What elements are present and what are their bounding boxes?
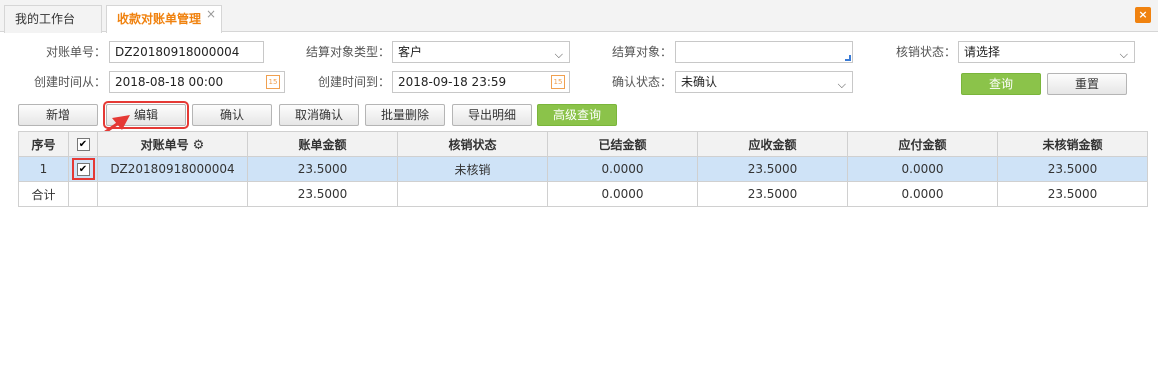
gear-icon[interactable]: ⚙ [193, 138, 205, 153]
column-header-unverified: 未核销金额 [997, 131, 1148, 157]
cell-total-settled: 0.0000 [547, 181, 698, 207]
created-from-value: 2018-08-18 00:00 [115, 75, 224, 89]
cell-settled: 0.0000 [547, 156, 698, 182]
tab-receipt-bill-management[interactable]: 收款对账单管理 × [106, 5, 222, 33]
created-to-value: 2018-09-18 23:59 [398, 75, 507, 89]
tab-label: 我的工作台 [15, 12, 76, 26]
query-button[interactable]: 查询 [961, 73, 1041, 95]
table-row[interactable]: 1 ✔ DZ20180918000004 23.5000 未核销 0.0000 … [18, 156, 1148, 182]
column-header-amount: 账单金额 [247, 131, 398, 157]
select-all-checkbox[interactable]: ✔ [76, 138, 90, 151]
row-checkbox[interactable]: ✔ [76, 163, 90, 176]
column-header-receivable: 应收金额 [697, 131, 848, 157]
calendar-icon[interactable]: 15 [551, 75, 565, 89]
bill-no-label: 对账单号： [45, 45, 106, 59]
row-checkbox-highlight: ✔ [71, 158, 95, 180]
cell-total-receivable: 23.5000 [697, 181, 848, 207]
batch-delete-button[interactable]: 批量删除 [365, 104, 445, 126]
cell-empty [68, 181, 98, 207]
table-header-row: 序号 ✔ 对账单号 ⚙ 账单金额 核销状态 已结金额 应收金额 应付金额 未核销金… [18, 131, 1148, 157]
calendar-icon[interactable]: 15 [266, 75, 280, 89]
tab-workbench[interactable]: 我的工作台 [4, 5, 102, 33]
cell-total-payable: 0.0000 [847, 181, 998, 207]
chevron-down-icon: ⌵ [554, 48, 563, 61]
cell-amount: 23.5000 [247, 156, 398, 182]
bill-table: 序号 ✔ 对账单号 ⚙ 账单金额 核销状态 已结金额 应收金额 应付金额 未核销金… [18, 131, 1148, 207]
chevron-down-icon: ⌵ [1119, 48, 1128, 61]
settle-type-label: 结算对象类型： [305, 45, 390, 59]
confirm-status-value: 未确认 [681, 75, 718, 89]
cell-empty [397, 181, 548, 207]
settle-type-value: 客户 [398, 45, 423, 59]
verify-status-label: 核销状态： [895, 45, 956, 59]
cell-index: 1 [18, 156, 69, 182]
cell-payable: 0.0000 [847, 156, 998, 182]
confirm-status-select[interactable]: 未确认 ⌵ [675, 71, 853, 93]
settle-type-select[interactable]: 客户 ⌵ [392, 41, 570, 63]
cell-total-label: 合计 [18, 181, 69, 207]
created-from-label: 创建时间从： [33, 75, 106, 89]
created-from-input[interactable]: 2018-08-18 00:00 15 [109, 71, 285, 93]
advanced-query-button[interactable]: 高级查询 [537, 104, 617, 126]
resize-handle-icon[interactable] [845, 55, 851, 61]
chevron-down-icon: ⌵ [837, 78, 846, 91]
tab-bar: 我的工作台 收款对账单管理 × × [0, 0, 1158, 33]
confirm-status-label: 确认状态： [611, 75, 672, 89]
cell-status: 未核销 [397, 156, 548, 182]
export-detail-button[interactable]: 导出明细 [452, 104, 532, 126]
settle-target-label: 结算对象： [611, 45, 672, 59]
window-close-button[interactable]: × [1135, 7, 1151, 23]
verify-status-value: 请选择 [964, 45, 1001, 59]
cell-total-amount: 23.5000 [247, 181, 398, 207]
column-header-payable: 应付金额 [847, 131, 998, 157]
column-header-index: 序号 [18, 131, 69, 157]
column-header-settled: 已结金额 [547, 131, 698, 157]
column-header-select[interactable]: ✔ [68, 131, 98, 157]
column-header-bill-no[interactable]: 对账单号 ⚙ [97, 131, 248, 157]
created-to-input[interactable]: 2018-09-18 23:59 15 [392, 71, 570, 93]
settle-target-input[interactable] [675, 41, 853, 63]
cell-receivable: 23.5000 [697, 156, 848, 182]
bill-no-input[interactable]: DZ20180918000004 [109, 41, 264, 63]
cell-bill-no: DZ20180918000004 [97, 156, 248, 182]
confirm-button[interactable]: 确认 [192, 104, 272, 126]
tab-label: 收款对账单管理 [117, 12, 202, 26]
column-header-status: 核销状态 [397, 131, 548, 157]
cancel-confirm-button[interactable]: 取消确认 [279, 104, 359, 126]
cell-empty [97, 181, 248, 207]
close-icon[interactable]: × [206, 1, 216, 27]
table-total-row: 合计 23.5000 0.0000 23.5000 0.0000 23.5000 [18, 181, 1148, 207]
created-to-label: 创建时间到： [317, 75, 390, 89]
verify-status-select[interactable]: 请选择 ⌵ [958, 41, 1135, 63]
reset-button[interactable]: 重置 [1047, 73, 1127, 95]
column-header-bill-no-label: 对账单号 [140, 137, 189, 152]
cell-unverified: 23.5000 [997, 156, 1148, 182]
cell-total-unverified: 23.5000 [997, 181, 1148, 207]
cell-select[interactable]: ✔ [68, 156, 98, 182]
